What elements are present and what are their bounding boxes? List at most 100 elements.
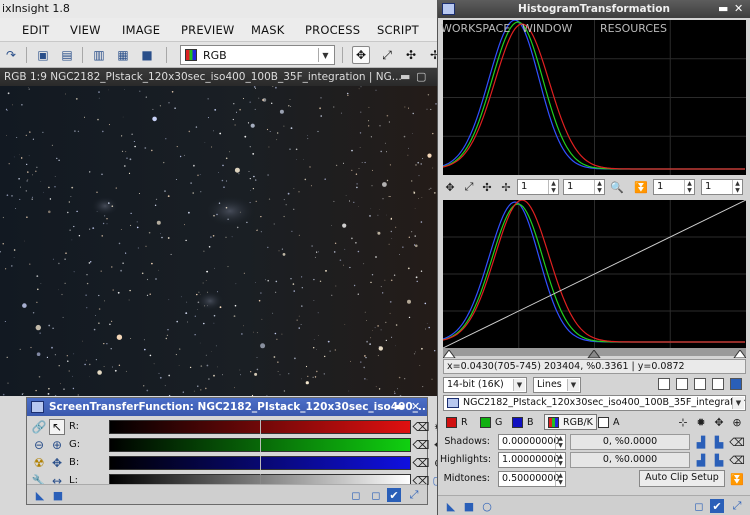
reset-instance-icon[interactable]: ◻ — [369, 488, 383, 502]
square-icon[interactable]: ■ — [462, 499, 476, 513]
menu-preview[interactable]: PREVIEW — [181, 23, 235, 37]
output-horizontal-zoom-input[interactable]: 1 ▲ ▼ — [653, 179, 695, 195]
preview-edit-icon[interactable]: ▦ — [114, 46, 132, 64]
pan-mode-icon[interactable]: ✥ — [352, 46, 370, 64]
channel-g-toggle[interactable]: G — [480, 414, 502, 430]
midtones-marker[interactable] — [260, 438, 261, 452]
midtones-input[interactable]: 0.50000000 ▲ ▼ — [498, 471, 566, 487]
link-channels-icon[interactable]: 🔗 — [31, 419, 47, 435]
shadows-handle[interactable] — [442, 349, 456, 359]
spin-arrows-icon[interactable]: ▲ ▼ — [555, 435, 565, 449]
midtones-marker[interactable] — [260, 420, 261, 434]
menu-script[interactable]: SCRIPT — [377, 23, 419, 37]
new-instance-icon[interactable]: ◣ — [444, 499, 458, 513]
zoom-in-icon[interactable]: ⊕ — [49, 437, 65, 453]
crosshair-icon[interactable]: ⊕ — [730, 415, 744, 429]
reset-icon[interactable]: ⌫ — [413, 437, 430, 453]
zoom-mode-icon[interactable]: ✣ — [480, 180, 494, 194]
grid-icon[interactable] — [730, 378, 742, 390]
zoom-fit-icon[interactable]: ⤢ — [378, 46, 396, 64]
pan-icon[interactable]: ✥ — [443, 180, 457, 194]
pan-icon[interactable]: ✥ — [49, 455, 65, 471]
shade-icon[interactable]: ▬ — [400, 70, 410, 83]
vertical-zoom-input[interactable]: 1 ▲ ▼ — [563, 179, 605, 195]
fit-icon[interactable]: ⤢ — [462, 180, 476, 194]
edit-mode-icon[interactable]: ↖ — [49, 419, 65, 435]
highlights-input[interactable]: 1.00000000 ▲ ▼ — [498, 452, 566, 468]
nuclear-icon[interactable]: ☢ — [31, 455, 47, 471]
histogram-mode-icon[interactable] — [694, 378, 706, 390]
close-icon[interactable]: ✕ — [411, 400, 420, 413]
bit-depth-select[interactable]: 14-bit (16K) ▼ — [443, 377, 527, 393]
channel-b-toggle[interactable]: B — [512, 414, 534, 430]
menu-mask[interactable]: MASK — [251, 23, 284, 37]
horizontal-zoom-input[interactable]: 1 ▲ ▼ — [517, 179, 559, 195]
spin-arrows-icon[interactable]: ▲ ▼ — [684, 180, 694, 194]
zoom-out-icon[interactable]: ⊖ — [31, 437, 47, 453]
readout-icon[interactable]: ✢ — [499, 180, 513, 194]
midtones-handle[interactable] — [587, 349, 601, 359]
double-chevron-down-icon[interactable]: ⏬ — [634, 180, 648, 194]
redo-icon[interactable]: ↷ — [2, 46, 20, 64]
menu-image[interactable]: IMAGE — [122, 23, 160, 37]
image-canvas[interactable] — [0, 86, 440, 396]
spin-arrows-icon[interactable]: ▲ ▼ — [555, 472, 565, 486]
channel-a-toggle[interactable]: A — [598, 414, 620, 430]
reset-icon[interactable]: ⌫ — [413, 455, 430, 471]
stf-slider-g[interactable] — [109, 438, 411, 452]
spin-arrows-icon[interactable]: ▲ ▼ — [594, 180, 604, 194]
zoom-icon[interactable]: 🔍 — [610, 180, 624, 194]
shade-icon[interactable]: ▬ — [718, 2, 728, 15]
reset-icon[interactable]: ⌫ — [729, 435, 745, 449]
reset-icon[interactable]: ⌫ — [729, 453, 745, 467]
target-view-select[interactable]: NGC2182_PIstack_120x30sec_iso400_100B_35… — [443, 395, 746, 411]
histogram-mode-icon[interactable] — [676, 378, 688, 390]
gear-icon[interactable]: ✹ — [694, 415, 708, 429]
output-histogram[interactable] — [443, 200, 746, 348]
channel-rgbk-toggle[interactable]: RGB/K — [544, 414, 597, 430]
crosshair-icon[interactable]: ⊹ — [676, 415, 690, 429]
apply-icon[interactable]: ✔ — [710, 499, 724, 513]
shade-icon[interactable]: ▬ — [395, 400, 405, 413]
menu-view[interactable]: VIEW — [70, 23, 101, 37]
plot-style-select[interactable]: Lines ▼ — [533, 377, 581, 393]
histogram-slider-track[interactable] — [442, 348, 747, 359]
circle-icon[interactable]: ○ — [480, 499, 494, 513]
zoom-mode-icon[interactable]: ✣ — [402, 46, 420, 64]
close-icon[interactable]: ✕ — [734, 2, 743, 15]
pan-icon[interactable]: ✥ — [712, 415, 726, 429]
reset-instance-icon[interactable]: ◻ — [692, 499, 706, 513]
menu-process[interactable]: PROCESS — [305, 23, 360, 37]
spin-arrows-icon[interactable]: ▲ ▼ — [555, 453, 565, 467]
histogram-title-bar[interactable]: HistogramTransformation ▬ ✕ — [438, 0, 750, 18]
histogram-mode-icon[interactable] — [658, 378, 670, 390]
new-instance-icon[interactable]: ◣ — [33, 488, 47, 502]
histogram-small-icon[interactable]: ▟ — [694, 435, 708, 449]
double-chevron-down-icon[interactable]: ⏬ — [730, 472, 744, 486]
square-icon[interactable]: ■ — [51, 488, 65, 502]
channel-select[interactable]: RGB ▼ — [180, 45, 335, 65]
preferences-icon[interactable]: ◻ — [349, 488, 363, 502]
midtones-marker[interactable] — [260, 456, 261, 470]
image-window-title[interactable]: RGB 1:9 NGC2182_PIstack_120x30sec_iso400… — [0, 68, 440, 86]
expand-icon[interactable]: ⤢ — [730, 499, 744, 513]
histogram-small-icon[interactable]: ▙ — [712, 435, 726, 449]
highlights-handle[interactable] — [733, 349, 747, 359]
menu-edit[interactable]: EDIT — [22, 23, 49, 37]
input-histogram[interactable] — [443, 20, 746, 175]
histogram-slider-handles[interactable] — [442, 349, 747, 359]
spin-arrows-icon[interactable]: ▲ ▼ — [732, 180, 742, 194]
shadows-input[interactable]: 0.00000000 ▲ ▼ — [498, 434, 566, 450]
color-display-icon[interactable]: ■ — [138, 46, 156, 64]
new-preview-icon[interactable]: ▤ — [58, 46, 76, 64]
stf-title-bar[interactable]: ScreenTransferFunction: NGC2182_PIstack_… — [27, 398, 427, 416]
auto-clip-setup-button[interactable]: Auto Clip Setup — [639, 470, 725, 487]
spin-arrows-icon[interactable]: ▲ ▼ — [548, 180, 558, 194]
apply-icon[interactable]: ✔ — [387, 488, 401, 502]
reset-icon[interactable]: ⌫ — [413, 419, 430, 435]
output-vertical-zoom-input[interactable]: 1 ▲ ▼ — [701, 179, 743, 195]
expand-icon[interactable]: ⤢ — [407, 488, 421, 502]
maximize-icon[interactable]: ▢ — [416, 70, 426, 83]
histogram-small-icon[interactable]: ▟ — [694, 453, 708, 467]
histogram-curve-icon[interactable] — [712, 378, 724, 390]
